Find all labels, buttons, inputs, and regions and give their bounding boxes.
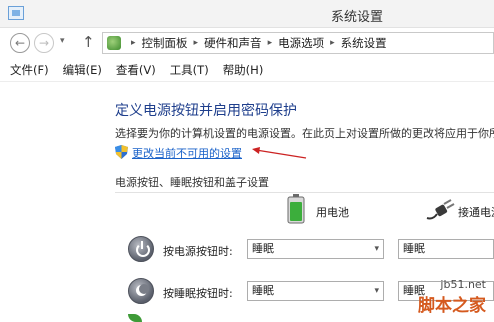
watermark-name: 脚本之家 xyxy=(418,296,486,316)
breadcrumb-control-panel[interactable]: 控制面板 xyxy=(142,35,188,51)
battery-icon xyxy=(287,194,305,224)
recent-locations-chevron-icon[interactable]: ▾ xyxy=(60,36,65,46)
power-button-plugged-select[interactable]: 睡眠 xyxy=(398,239,494,259)
select-value: 睡眠 xyxy=(252,242,274,255)
plugged-in-column-label: 接通电源 xyxy=(458,206,494,219)
red-arrow-icon xyxy=(252,147,307,159)
section-divider xyxy=(115,192,494,193)
menu-file[interactable]: 文件(F) xyxy=(10,62,49,78)
title-bar: 系统设置 xyxy=(0,0,494,28)
sleep-button-label: 按睡眠按钮时: xyxy=(163,287,233,300)
chevron-down-icon: ▾ xyxy=(374,244,379,254)
control-panel-icon xyxy=(107,36,121,50)
page-title: 定义电源按钮并启用密码保护 xyxy=(115,103,297,119)
watermark: jb51.net 脚本之家 xyxy=(418,278,486,316)
sleep-button-icon xyxy=(128,278,154,304)
select-value: 睡眠 xyxy=(403,242,425,255)
plug-icon xyxy=(426,199,455,220)
menu-tools[interactable]: 工具(T) xyxy=(170,62,209,78)
breadcrumb-separator-icon[interactable]: ▸ xyxy=(330,38,335,48)
breadcrumb-power-options[interactable]: 电源选项 xyxy=(278,35,324,51)
navigation-bar: ← → ▾ ↑ ▸ 控制面板 ▸ 硬件和声音 ▸ 电源选项 ▸ 系统设置 xyxy=(0,28,494,58)
breadcrumb-separator-icon[interactable]: ▸ xyxy=(268,38,273,48)
menu-bar: 文件(F) 编辑(E) 查看(V) 工具(T) 帮助(H) xyxy=(0,58,494,82)
power-button-icon xyxy=(128,236,154,262)
back-button[interactable]: ← xyxy=(10,33,30,53)
change-unavailable-settings-link[interactable]: 更改当前不可用的设置 xyxy=(132,145,242,161)
select-value: 睡眠 xyxy=(252,284,274,297)
power-button-label: 按电源按钮时: xyxy=(163,245,233,258)
sleep-button-battery-select[interactable]: 睡眠 ▾ xyxy=(247,281,384,301)
breadcrumb-hardware-sound[interactable]: 硬件和声音 xyxy=(204,35,262,51)
power-button-battery-select[interactable]: 睡眠 ▾ xyxy=(247,239,384,259)
window-title: 系统设置 xyxy=(330,10,383,25)
forward-button[interactable]: → xyxy=(34,33,54,53)
menu-help[interactable]: 帮助(H) xyxy=(223,62,264,78)
menu-view[interactable]: 查看(V) xyxy=(116,62,156,78)
page-description: 选择要为你的计算机设置的电源设置。在此页上对设置所做的更改将应用于你所 xyxy=(115,127,494,140)
breadcrumb-separator-icon: ▸ xyxy=(131,38,136,48)
battery-column-label: 用电池 xyxy=(316,206,349,219)
breadcrumb-system-settings[interactable]: 系统设置 xyxy=(341,35,387,51)
address-bar[interactable]: ▸ 控制面板 ▸ 硬件和声音 ▸ 电源选项 ▸ 系统设置 xyxy=(102,32,494,54)
lid-icon xyxy=(128,314,142,322)
main-content: 定义电源按钮并启用密码保护 选择要为你的计算机设置的电源设置。在此页上对设置所做… xyxy=(0,82,494,322)
up-button[interactable]: ↑ xyxy=(82,33,95,51)
uac-shield-icon xyxy=(115,145,128,159)
watermark-url: jb51.net xyxy=(440,278,486,291)
breadcrumb-separator-icon[interactable]: ▸ xyxy=(194,38,199,48)
menu-edit[interactable]: 编辑(E) xyxy=(63,62,102,78)
chevron-down-icon: ▾ xyxy=(374,286,379,296)
section-label: 电源按钮、睡眠按钮和盖子设置 xyxy=(115,176,269,189)
